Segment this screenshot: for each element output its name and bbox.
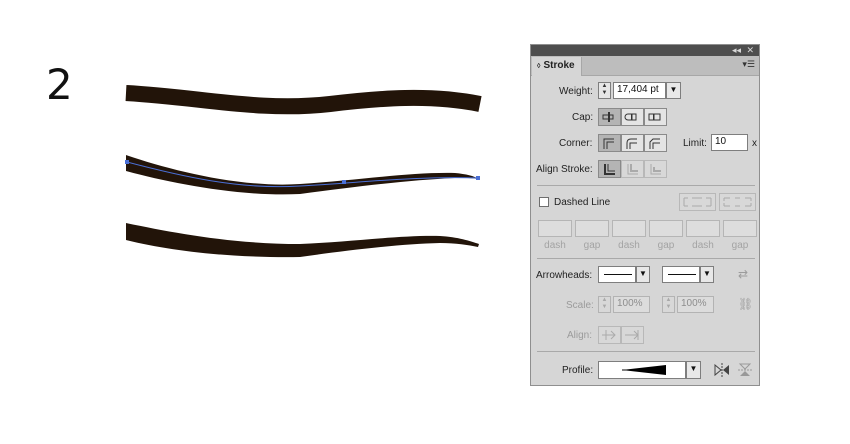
flip-across-icon[interactable] bbox=[738, 363, 752, 380]
cap-buttons bbox=[598, 108, 667, 126]
arrow-extend-button[interactable] bbox=[598, 326, 621, 344]
anchor-point-start[interactable] bbox=[125, 160, 129, 164]
align-inside-button[interactable] bbox=[621, 160, 644, 178]
align-stroke-buttons bbox=[598, 160, 667, 178]
limit-suffix: x bbox=[752, 138, 757, 149]
stroke-panel: ◂◂ ✕ ◊ Stroke ▾☰ Weight: ▲ ▼ 17,404 pt ▼ C… bbox=[530, 44, 760, 386]
dashed-line-checkbox[interactable] bbox=[539, 197, 549, 207]
dash-2-label: dash bbox=[618, 240, 640, 251]
round-join-button[interactable] bbox=[621, 134, 644, 152]
weight-input[interactable]: 17,404 pt bbox=[613, 82, 666, 99]
bevel-join-button[interactable] bbox=[644, 134, 667, 152]
swap-arrowheads-icon[interactable]: ⇄ bbox=[738, 267, 748, 281]
flip-along-icon[interactable] bbox=[714, 363, 730, 380]
scale-label: Scale: bbox=[566, 300, 594, 311]
align-stroke-label: Align Stroke: bbox=[536, 164, 593, 175]
gap-3-label: gap bbox=[731, 240, 749, 251]
dash-align-corners-button[interactable] bbox=[719, 193, 756, 211]
panel-tab-row: ◊ Stroke ▾☰ bbox=[531, 56, 759, 76]
stroke-tapered[interactable] bbox=[126, 223, 479, 258]
start-scale-stepper[interactable]: ▲ ▼ bbox=[598, 296, 611, 313]
end-arrowhead-select[interactable] bbox=[662, 266, 700, 283]
artboard-canvas bbox=[125, 85, 482, 258]
stroke-uniform[interactable] bbox=[125, 85, 482, 115]
divider bbox=[537, 258, 755, 259]
divider bbox=[537, 185, 755, 186]
limit-label: Limit: bbox=[683, 138, 707, 149]
dash-3-input[interactable] bbox=[686, 220, 720, 237]
end-scale-stepper[interactable]: ▲ ▼ bbox=[662, 296, 675, 313]
start-arrowhead-dropdown[interactable]: ▼ bbox=[636, 266, 650, 283]
corner-label: Corner: bbox=[559, 138, 593, 149]
align-center-button[interactable] bbox=[598, 160, 621, 178]
arrow-place-at-end-button[interactable] bbox=[621, 326, 644, 344]
weight-label: Weight: bbox=[559, 86, 593, 97]
profile-label: Profile: bbox=[562, 365, 594, 376]
close-icon[interactable]: ✕ bbox=[746, 44, 754, 56]
dash-1-label: dash bbox=[544, 240, 566, 251]
profile-dropdown-button[interactable]: ▼ bbox=[686, 361, 701, 379]
end-scale-input[interactable]: 100% bbox=[677, 296, 714, 313]
arrow-align-label: Align: bbox=[567, 330, 593, 341]
round-cap-button[interactable] bbox=[621, 108, 644, 126]
weight-stepper[interactable]: ▲ ▼ bbox=[598, 82, 611, 99]
anchor-point-mid[interactable] bbox=[342, 180, 346, 184]
arrow-align-buttons bbox=[598, 326, 644, 344]
gap-2-input[interactable] bbox=[649, 220, 683, 237]
projecting-cap-button[interactable] bbox=[644, 108, 667, 126]
align-outside-button[interactable] bbox=[644, 160, 667, 178]
panel-menu-icon[interactable]: ▾☰ bbox=[742, 59, 755, 70]
dash-gap-labels: dash gap dash gap dash gap bbox=[537, 240, 761, 251]
dash-2-input[interactable] bbox=[612, 220, 646, 237]
panel-titlebar[interactable]: ◂◂ ✕ bbox=[531, 45, 759, 56]
limit-input[interactable]: 10 bbox=[711, 134, 748, 151]
gap-1-label: gap bbox=[583, 240, 601, 251]
weight-dropdown-button[interactable]: ▼ bbox=[666, 82, 681, 99]
gap-2-label: gap bbox=[657, 240, 675, 251]
collapse-icon[interactable]: ◂◂ bbox=[732, 44, 741, 56]
gap-1-input[interactable] bbox=[575, 220, 609, 237]
end-arrowhead-dropdown[interactable]: ▼ bbox=[700, 266, 714, 283]
arrowheads-label: Arrowheads: bbox=[536, 270, 593, 281]
start-scale-input[interactable]: 100% bbox=[613, 296, 650, 313]
dash-preserve-button[interactable] bbox=[679, 193, 716, 211]
tab-stroke[interactable]: ◊ Stroke bbox=[532, 57, 582, 76]
tab-options-icon: ◊ bbox=[537, 63, 541, 70]
dash-gap-fields bbox=[538, 220, 758, 237]
dashed-line-label: Dashed Line bbox=[554, 197, 611, 208]
cap-label: Cap: bbox=[572, 112, 594, 123]
divider bbox=[537, 351, 755, 352]
start-arrowhead-select[interactable] bbox=[598, 266, 636, 283]
dash-1-input[interactable] bbox=[538, 220, 572, 237]
butt-cap-button[interactable] bbox=[598, 108, 621, 126]
miter-join-button[interactable] bbox=[598, 134, 621, 152]
dash-3-label: dash bbox=[692, 240, 714, 251]
link-scale-icon[interactable]: ⛓ bbox=[738, 297, 753, 311]
anchor-point-end[interactable] bbox=[476, 176, 480, 180]
profile-select[interactable] bbox=[598, 361, 686, 379]
corner-buttons bbox=[598, 134, 667, 152]
gap-3-input[interactable] bbox=[723, 220, 757, 237]
